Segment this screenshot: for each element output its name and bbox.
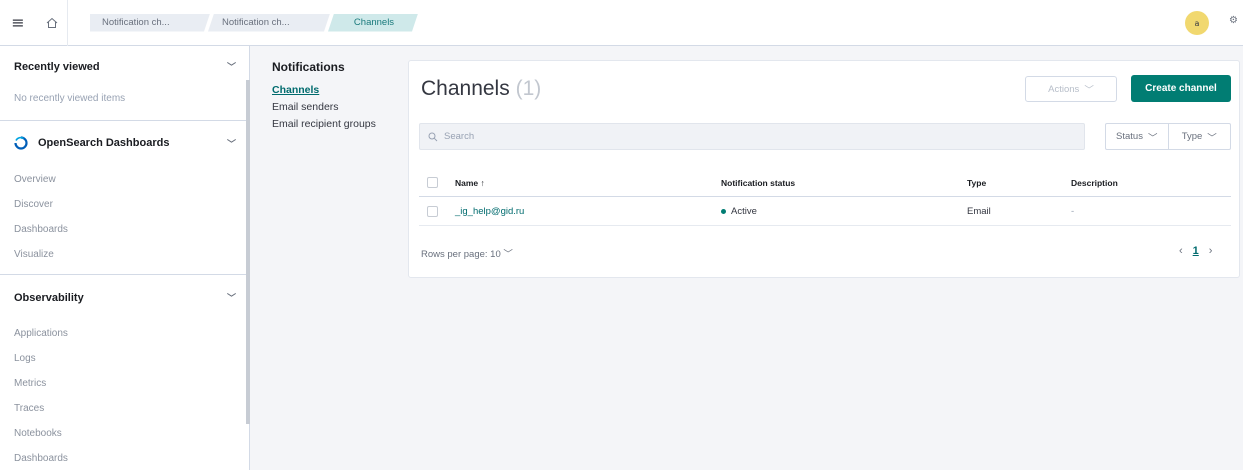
chevron-down-icon: ﹀ [503, 249, 513, 260]
table-row: _ig_help@gid.ru Active Email - [419, 198, 1231, 226]
opensearch-dashboards-title: OpenSearch Dashboards [38, 137, 170, 149]
column-header-description[interactable]: Description [1071, 169, 1118, 197]
top-header: ≡ Notification ch... Notification ch... … [0, 0, 1243, 46]
recently-viewed-header[interactable]: Recently viewed ﹀ [14, 60, 236, 73]
chevron-right-icon[interactable]: › [1209, 245, 1213, 257]
avatar[interactable]: a [1185, 11, 1209, 35]
chevron-left-icon[interactable]: ‹ [1179, 245, 1183, 257]
nav-item-dashboards[interactable]: Dashboards [14, 224, 68, 235]
channel-count: (1) [515, 77, 542, 100]
row-checkbox[interactable] [427, 206, 438, 217]
create-channel-button[interactable]: Create channel [1131, 75, 1231, 102]
status-dot-icon [721, 208, 726, 214]
page-title-text: Channels [421, 77, 510, 100]
page-title: Channels (1) [421, 77, 541, 101]
chevron-down-icon: ﹀ [226, 293, 236, 303]
status-filter-label: Status [1116, 131, 1143, 142]
opensearch-dashboards-header[interactable]: OpenSearch Dashboards ﹀ [14, 136, 236, 150]
type-filter-label: Type [1181, 131, 1203, 142]
nav-divider [0, 274, 246, 275]
select-all-checkbox[interactable] [427, 177, 438, 188]
breadcrumb-channels: Channels [328, 14, 418, 32]
column-header-type[interactable]: Type [967, 169, 986, 197]
chevron-down-icon: ﹀ [1084, 85, 1094, 96]
nav-item-discover[interactable]: Discover [14, 199, 53, 210]
nav-divider [0, 120, 246, 121]
menu-icon[interactable]: ≡ [0, 0, 36, 46]
actions-label: Actions [1048, 83, 1080, 95]
search-icon [428, 132, 438, 141]
breadcrumb-notification-channels-2[interactable]: Notification ch... [208, 14, 330, 32]
type-filter-button[interactable]: Type ﹀ [1167, 124, 1231, 149]
nav-item-overview[interactable]: Overview [14, 174, 56, 185]
recently-viewed-title: Recently viewed [14, 60, 100, 73]
nav-item-metrics[interactable]: Metrics [14, 378, 46, 389]
table-header: Name ↑ Notification status Type Descript… [419, 169, 1231, 197]
breadcrumb: Notification ch... Notification ch... Ch… [90, 14, 416, 32]
column-header-status[interactable]: Notification status [721, 169, 795, 197]
rows-per-page-select[interactable]: Rows per page: 10 ﹀ [421, 246, 513, 260]
subnav-item-email-recipient-groups[interactable]: Email recipient groups [272, 118, 376, 130]
nav-item-notebooks[interactable]: Notebooks [14, 428, 62, 439]
chevron-down-icon: ﹀ [226, 138, 236, 149]
help-icon[interactable]: ⚙ [1229, 15, 1238, 26]
search-input[interactable] [444, 131, 1064, 142]
chevron-down-icon: ﹀ [1207, 132, 1217, 144]
chevron-down-icon: ﹀ [226, 62, 236, 72]
channel-name-link[interactable]: _ig_help@gid.ru [455, 198, 524, 226]
subnav-item-email-senders[interactable]: Email senders [272, 101, 339, 113]
column-header-name[interactable]: Name ↑ [455, 169, 485, 197]
home-icon[interactable] [36, 0, 68, 46]
pagination: ‹ 1 › [1179, 245, 1212, 257]
notifications-subnav-title: Notifications [272, 60, 345, 74]
rows-per-page-label: Rows per page: 10 [421, 249, 501, 260]
breadcrumb-notification-channels-1[interactable]: Notification ch... [90, 14, 210, 32]
channel-status: Active [721, 198, 757, 226]
nav-item-logs[interactable]: Logs [14, 353, 36, 364]
opensearch-logo-icon [14, 136, 28, 150]
nav-item-visualize[interactable]: Visualize [14, 249, 54, 260]
left-nav-scrollbar[interactable] [246, 80, 250, 424]
channels-panel: Channels (1) Actions ﹀ Create channel St… [408, 60, 1240, 278]
chevron-down-icon: ﹀ [1147, 132, 1158, 144]
nav-item-observability-dashboards[interactable]: Dashboards [14, 453, 68, 464]
page-button[interactable]: 1 [1193, 245, 1199, 257]
filter-group: Status ﹀ Type ﹀ [1105, 123, 1231, 150]
observability-title: Observability [14, 291, 84, 304]
search-field[interactable] [419, 123, 1085, 150]
recently-viewed-empty: No recently viewed items [14, 93, 126, 104]
subnav-item-channels[interactable]: Channels [272, 84, 319, 96]
left-navigation: Recently viewed ﹀ No recently viewed ite… [0, 46, 250, 470]
actions-button[interactable]: Actions ﹀ [1025, 76, 1117, 102]
nav-item-traces[interactable]: Traces [14, 403, 44, 414]
nav-item-applications[interactable]: Applications [14, 328, 68, 339]
observability-header[interactable]: Observability ﹀ [14, 291, 236, 304]
status-filter-button[interactable]: Status ﹀ [1106, 124, 1168, 149]
channel-status-text: Active [731, 206, 757, 217]
channel-type: Email [967, 206, 991, 217]
channel-description: - [1071, 206, 1075, 217]
